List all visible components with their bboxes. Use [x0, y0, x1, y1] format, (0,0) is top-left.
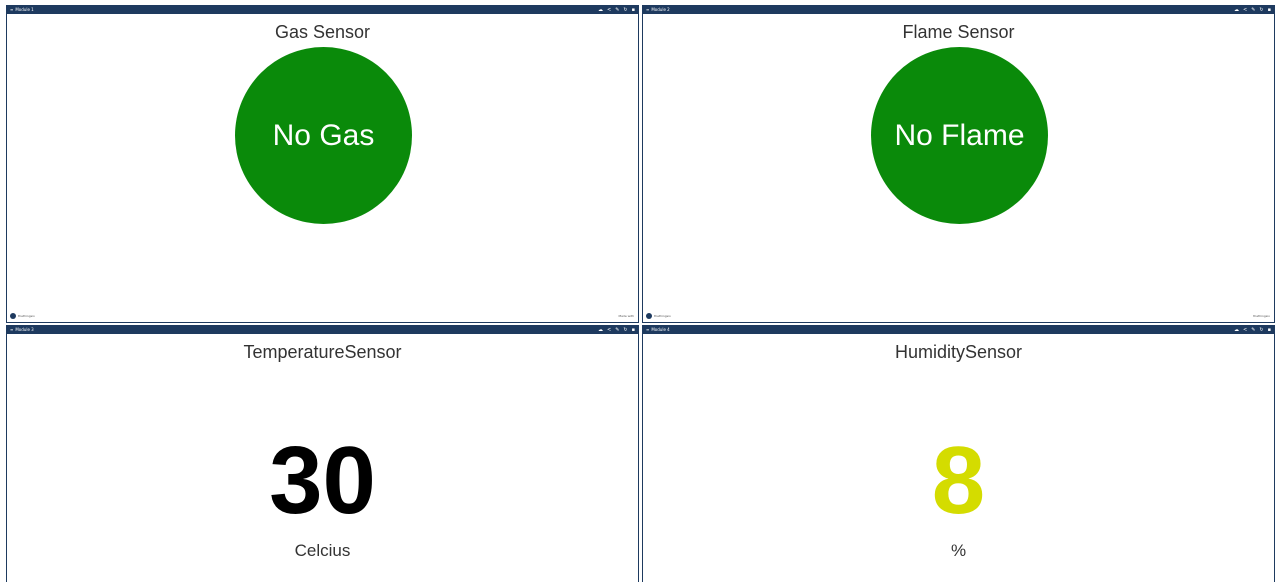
footer-logo[interactable]: thethingsio: [10, 313, 35, 319]
menu-icon[interactable]: ≡: [646, 326, 649, 334]
menu-icon[interactable]: ≡: [10, 6, 13, 14]
widget-title: Gas Sensor: [274, 22, 371, 42]
refresh-icon[interactable]: ↻: [1259, 326, 1263, 334]
refresh-icon[interactable]: ↻: [623, 6, 627, 14]
widget-header-label: Module 2: [651, 7, 670, 12]
menu-icon[interactable]: ≡: [10, 326, 13, 334]
edit-icon[interactable]: ✎: [1251, 6, 1255, 14]
widget-title: TemperatureSensor: [243, 342, 402, 362]
gas-sensor-widget: ≡ Module 1 ☁ < ✎ ↻ ▪ Gas Sensor No Gas t…: [6, 5, 639, 323]
menu-icon[interactable]: ≡: [646, 6, 649, 14]
footer-credit: thethingsio: [1253, 314, 1270, 318]
footer-brand: thethingsio: [654, 314, 671, 318]
logo-icon: [646, 313, 652, 319]
refresh-icon[interactable]: ↻: [1259, 6, 1263, 14]
close-icon[interactable]: ▪: [632, 6, 635, 14]
close-icon[interactable]: ▪: [1268, 326, 1271, 334]
cloud-icon[interactable]: ☁: [598, 326, 603, 334]
edit-icon[interactable]: ✎: [615, 6, 619, 14]
share-icon[interactable]: <: [607, 6, 611, 14]
widget-title: HumiditySensor: [894, 342, 1023, 362]
footer-credit: Made with: [618, 314, 635, 318]
close-icon[interactable]: ▪: [1268, 6, 1271, 14]
footer-logo[interactable]: thethingsio: [646, 313, 671, 319]
widget-titlebar: ≡ Module 2 ☁ < ✎ ↻ ▪: [643, 6, 1274, 14]
flame-sensor-widget: ≡ Module 2 ☁ < ✎ ↻ ▪ Flame Sensor No Fla…: [642, 5, 1275, 323]
status-indicator: No Gas: [235, 47, 412, 224]
humidity-unit: %: [950, 541, 967, 560]
humidity-sensor-widget: ≡ Module 4 ☁ < ✎ ↻ ▪ HumiditySensor 8 %: [642, 325, 1275, 582]
widget-titlebar: ≡ Module 1 ☁ < ✎ ↻ ▪: [7, 6, 638, 14]
humidity-value: 8: [931, 427, 986, 534]
edit-icon[interactable]: ✎: [1251, 326, 1255, 334]
widget-titlebar: ≡ Module 3 ☁ < ✎ ↻ ▪: [7, 326, 638, 334]
share-icon[interactable]: <: [1243, 326, 1247, 334]
share-icon[interactable]: <: [607, 326, 611, 334]
footer-brand: thethingsio: [18, 314, 35, 318]
cloud-icon[interactable]: ☁: [1234, 326, 1239, 334]
temperature-sensor-widget: ≡ Module 3 ☁ < ✎ ↻ ▪ TemperatureSensor 3…: [6, 325, 639, 582]
widget-header-label: Module 3: [15, 327, 34, 332]
status-text: No Gas: [272, 118, 375, 152]
cloud-icon[interactable]: ☁: [598, 6, 603, 14]
logo-icon: [10, 313, 16, 319]
close-icon[interactable]: ▪: [632, 326, 635, 334]
cloud-icon[interactable]: ☁: [1234, 6, 1239, 14]
widget-title: Flame Sensor: [902, 22, 1015, 42]
widget-header-label: Module 1: [15, 7, 34, 12]
share-icon[interactable]: <: [1243, 6, 1247, 14]
temperature-unit: Celcius: [294, 541, 351, 560]
temperature-value: 30: [269, 427, 376, 534]
status-indicator: No Flame: [871, 47, 1048, 224]
widget-titlebar: ≡ Module 4 ☁ < ✎ ↻ ▪: [643, 326, 1274, 334]
status-text: No Flame: [894, 118, 1025, 152]
widget-header-label: Module 4: [651, 327, 670, 332]
edit-icon[interactable]: ✎: [615, 326, 619, 334]
refresh-icon[interactable]: ↻: [623, 326, 627, 334]
